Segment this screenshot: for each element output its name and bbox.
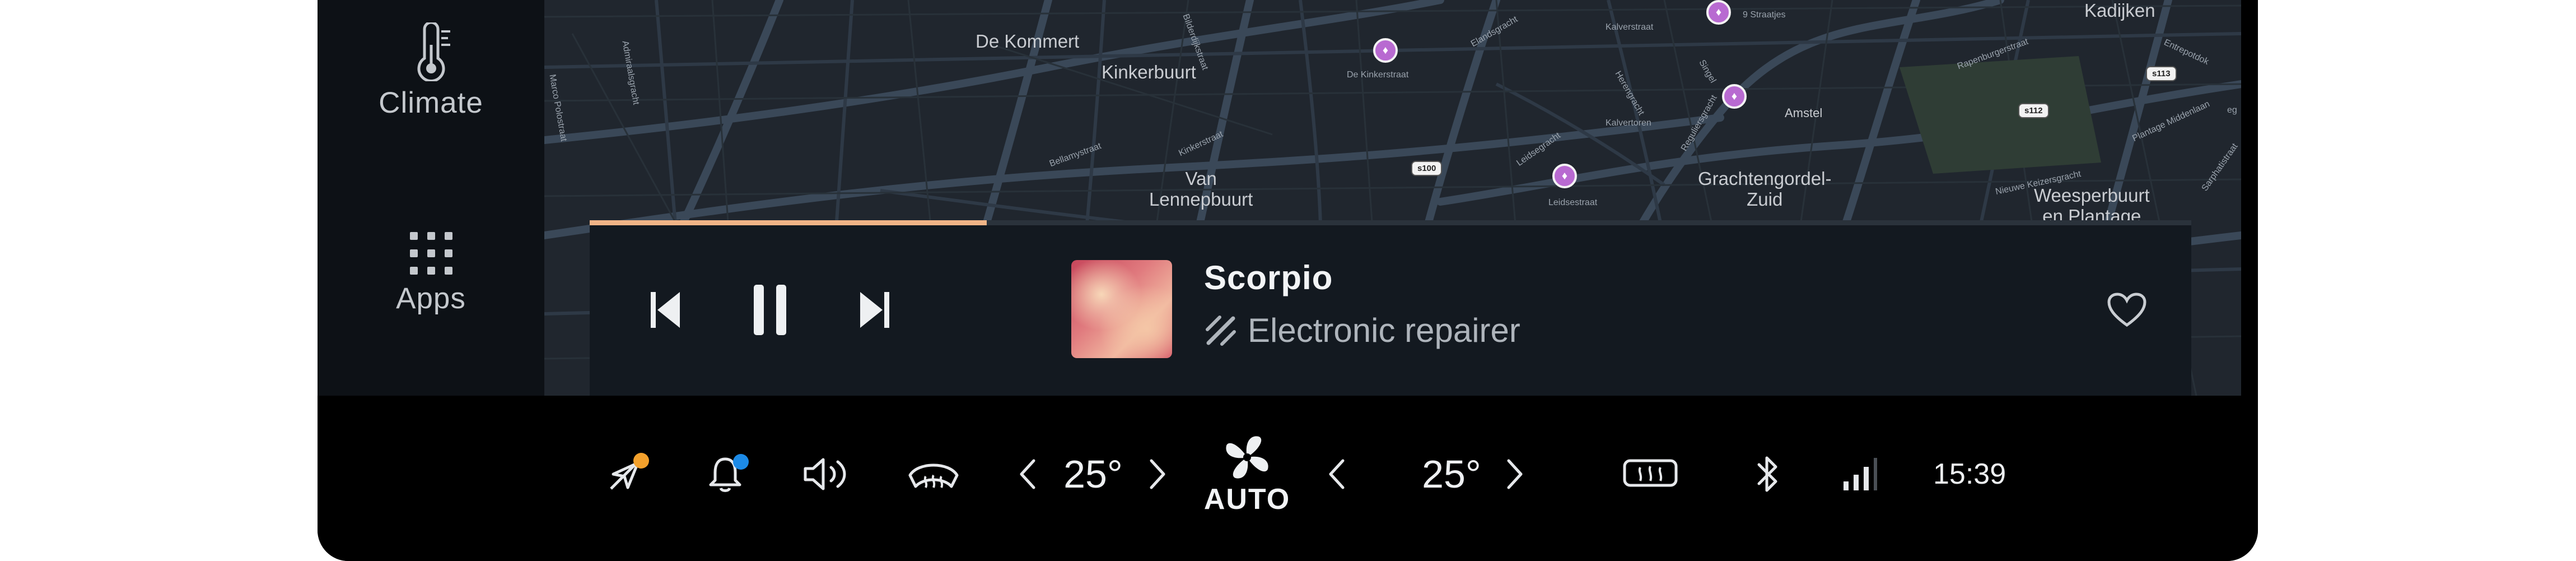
map-label: 9 Straatjes	[1743, 10, 1786, 20]
rail-item-apps[interactable]: Apps	[318, 230, 544, 316]
bottom-system-bar: 25° AUTO 25° 15:39	[318, 396, 2258, 561]
chevron-right-icon	[1507, 459, 1523, 489]
rail-label-apps: Apps	[396, 282, 466, 315]
road-shield-s100: s100	[1411, 161, 1443, 176]
shopping-poi-icon[interactable]: ♦	[1706, 0, 1731, 25]
playback-progress-track[interactable]	[590, 220, 2191, 225]
temp-left-increase-button[interactable]	[1141, 452, 1174, 497]
media-player-card: Scorpio Electronic repairer	[590, 220, 2191, 396]
map-label: Kadijken	[2084, 0, 2155, 21]
temp-right-decrease-button[interactable]	[1320, 452, 1354, 497]
notifications-button[interactable]	[697, 446, 753, 502]
artist-row: Electronic repairer	[1204, 311, 1520, 350]
chevron-left-icon	[1020, 459, 1035, 489]
chevron-left-icon	[1329, 459, 1345, 489]
volume-icon	[804, 458, 846, 490]
rear-defrost-icon	[1623, 459, 1678, 487]
shopping-poi-icon[interactable]: ♦	[1373, 38, 1398, 63]
rail-item-climate[interactable]: Climate	[318, 22, 544, 120]
fan-mode-label: AUTO	[1203, 483, 1291, 516]
next-track-button[interactable]	[844, 279, 906, 341]
map-label: De Kinkerstraat	[1347, 70, 1409, 80]
map-label: eg	[2227, 105, 2237, 115]
clock: 15:39	[1933, 458, 2006, 490]
skip-next-icon	[860, 292, 889, 328]
map-label: Grachtengordel- Zuid	[1698, 168, 1832, 210]
map-label: Kinkerbuurt	[1102, 62, 1196, 82]
grid-icon	[409, 232, 452, 275]
shopping-poi-icon[interactable]: ♦	[1552, 164, 1577, 188]
road-shield-s113: s113	[2146, 66, 2177, 81]
status-badge	[733, 454, 749, 470]
temp-left-decrease-button[interactable]	[1011, 452, 1044, 497]
temp-right-increase-button[interactable]	[1498, 452, 1532, 497]
pause-button[interactable]	[736, 276, 804, 344]
rail-label-climate: Climate	[379, 86, 483, 119]
bluetooth-button[interactable]	[1746, 446, 1790, 502]
front-defrost-button[interactable]	[900, 446, 967, 502]
fan-icon	[1226, 436, 1268, 479]
song-title: Scorpio	[1204, 259, 1333, 296]
signal-strength-indicator	[1835, 452, 1886, 497]
previous-track-button[interactable]	[634, 279, 696, 341]
road-shield-s112: s112	[2018, 103, 2049, 118]
map-label: Kalvertoren	[1606, 118, 1651, 128]
fan-auto-button[interactable]: AUTO	[1204, 424, 1289, 525]
thermometer-icon	[417, 22, 450, 81]
map-label: Kalverstraat	[1606, 22, 1654, 32]
side-rail: Climate Apps	[318, 0, 544, 396]
bluetooth-icon	[1757, 456, 1777, 492]
magic-wand-icon	[1206, 315, 1236, 346]
skip-previous-icon	[651, 292, 680, 328]
infotainment-screen: Climate Apps De Kommert Kinkerbuurt Van …	[318, 0, 2258, 561]
rear-defrost-button[interactable]	[1617, 446, 1684, 502]
map-label: Van Lennepbuurt	[1149, 168, 1253, 210]
volume-button[interactable]	[796, 446, 858, 502]
map-label: Leidsestraat	[1548, 198, 1598, 207]
navigation-off-button[interactable]	[598, 446, 654, 502]
temp-left-value: 25°	[1063, 452, 1123, 496]
favorite-button[interactable]	[2102, 285, 2152, 335]
chevron-right-icon	[1150, 459, 1165, 489]
map-label: Amstel	[1785, 106, 1823, 120]
signal-icon	[1844, 458, 1877, 490]
temp-right-value: 25°	[1422, 452, 1481, 496]
map-label: De Kommert	[976, 31, 1080, 52]
shopping-poi-icon[interactable]: ♦	[1722, 84, 1747, 109]
artist-name: Electronic repairer	[1248, 312, 1520, 349]
status-badge	[633, 453, 649, 469]
heart-icon	[2107, 293, 2146, 327]
pause-icon	[754, 285, 786, 335]
playback-progress-fill	[590, 220, 987, 225]
front-defrost-icon	[908, 463, 959, 488]
album-art[interactable]	[1071, 260, 1172, 358]
